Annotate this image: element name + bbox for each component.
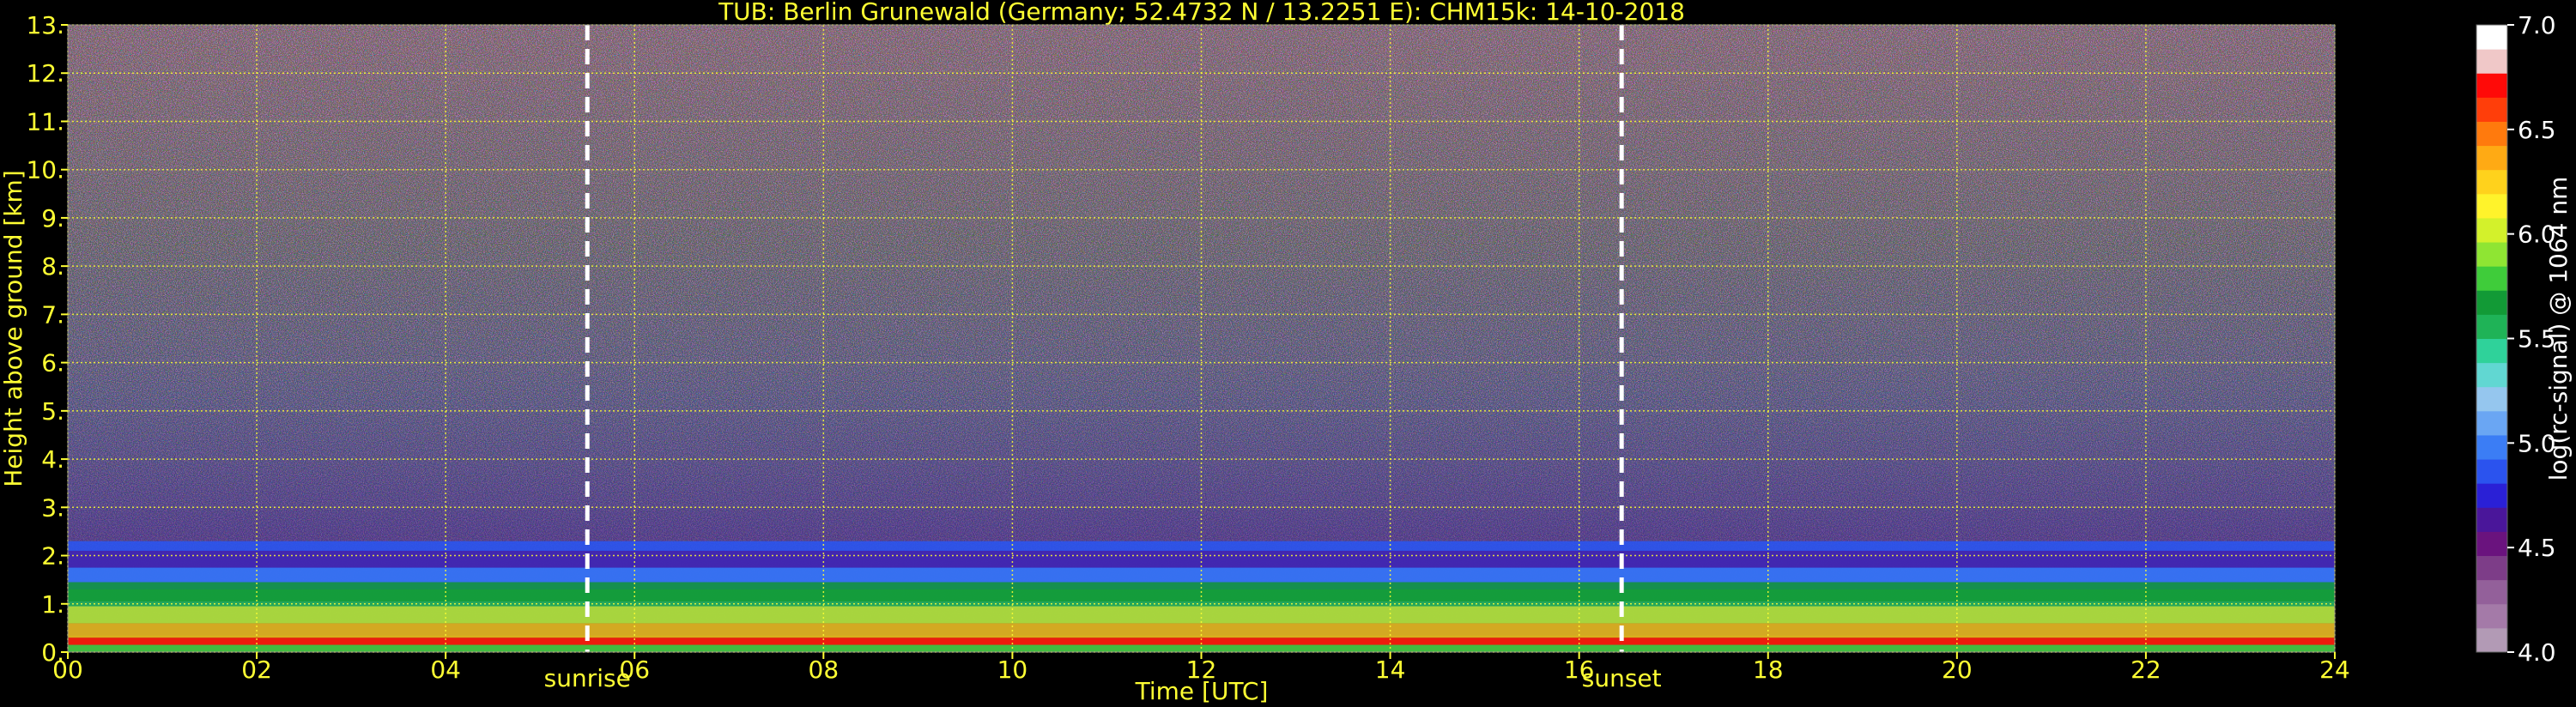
colorbar-swatch bbox=[2476, 266, 2507, 291]
x-tick-label: 08 bbox=[809, 656, 839, 684]
chart-title: TUB: Berlin Grunewald (Germany; 52.4732 … bbox=[718, 0, 1685, 26]
colorbar-label: log(rc-signal) @ 1064 nm bbox=[2544, 177, 2573, 481]
event-label-sunrise: sunrise bbox=[544, 664, 631, 692]
colorbar-swatch bbox=[2476, 362, 2507, 388]
x-tick-label: 02 bbox=[241, 656, 272, 684]
colorbar-swatch bbox=[2476, 217, 2507, 243]
y-tick-label: 11. bbox=[26, 107, 64, 136]
plot-area: sunrise sunset bbox=[67, 24, 2336, 692]
colorbar-swatch bbox=[2476, 531, 2507, 557]
colorbar-swatch bbox=[2476, 410, 2507, 436]
y-tick-label: 8. bbox=[41, 252, 64, 281]
x-tick-label: 20 bbox=[1942, 656, 1973, 684]
colorbar-tick-label: 7.0 bbox=[2518, 11, 2556, 39]
y-tick-label: 10. bbox=[26, 156, 64, 184]
y-tick-label: 1. bbox=[41, 590, 64, 619]
colorbar-swatch bbox=[2476, 290, 2507, 315]
colorbar-swatch bbox=[2476, 555, 2507, 581]
colorbar-swatch bbox=[2476, 338, 2507, 364]
y-tick-label: 9. bbox=[41, 204, 64, 233]
x-tick-label: 16 bbox=[1564, 656, 1595, 684]
y-axis-label: Height above ground [km] bbox=[0, 170, 27, 487]
colorbar-swatch bbox=[2476, 73, 2507, 98]
colorbar-swatch bbox=[2476, 121, 2507, 147]
colorbar-tick-label: 6.5 bbox=[2518, 116, 2556, 144]
colorbar-swatch bbox=[2476, 145, 2507, 171]
colorbar-swatch bbox=[2476, 193, 2507, 219]
y-tick-label: 6. bbox=[41, 349, 64, 378]
colorbar-swatch bbox=[2476, 434, 2507, 460]
x-tick-label: 06 bbox=[619, 656, 650, 684]
colorbar-tick-label: 4.0 bbox=[2518, 638, 2556, 667]
y-tick-label: 2. bbox=[41, 542, 64, 571]
x-tick-label: 14 bbox=[1375, 656, 1406, 684]
colorbar-swatch bbox=[2476, 169, 2507, 195]
x-tick-label: 18 bbox=[1753, 656, 1784, 684]
colorbar-swatch bbox=[2476, 25, 2507, 50]
colorbar-swatch bbox=[2476, 507, 2507, 532]
colorbar-swatch bbox=[2476, 49, 2507, 74]
colorbar-tick-label: 4.5 bbox=[2518, 534, 2556, 562]
y-axis-ticks: 0.1.2.3.4.5.6.7.8.9.10.11.12.13. bbox=[26, 11, 68, 667]
lidar-quicklook-chart: TUB: Berlin Grunewald (Germany; 52.4732 … bbox=[0, 0, 2573, 705]
colorbar-swatch bbox=[2476, 483, 2507, 508]
y-tick-label: 12. bbox=[26, 59, 64, 88]
colorbar-swatch bbox=[2476, 386, 2507, 412]
x-tick-label: 22 bbox=[2131, 656, 2161, 684]
colorbar-swatch bbox=[2476, 627, 2507, 653]
y-tick-label: 5. bbox=[41, 397, 64, 426]
x-tick-label: 04 bbox=[430, 656, 461, 684]
y-tick-label: 4. bbox=[41, 445, 64, 474]
colorbar-swatch bbox=[2476, 603, 2507, 629]
y-tick-label: 7. bbox=[41, 300, 64, 329]
colorbar-swatch bbox=[2476, 314, 2507, 339]
x-tick-label: 10 bbox=[997, 656, 1028, 684]
y-tick-label: 13. bbox=[26, 11, 64, 39]
colorbar-swatch bbox=[2476, 579, 2507, 605]
y-tick-label: 3. bbox=[41, 493, 64, 522]
x-tick-label: 00 bbox=[52, 656, 83, 684]
colorbar-swatch bbox=[2476, 459, 2507, 484]
x-tick-label: 24 bbox=[2319, 656, 2350, 684]
x-axis-label: Time [UTC] bbox=[1135, 677, 1269, 705]
colorbar-swatch bbox=[2476, 242, 2507, 267]
colorbar-swatch bbox=[2476, 97, 2507, 122]
